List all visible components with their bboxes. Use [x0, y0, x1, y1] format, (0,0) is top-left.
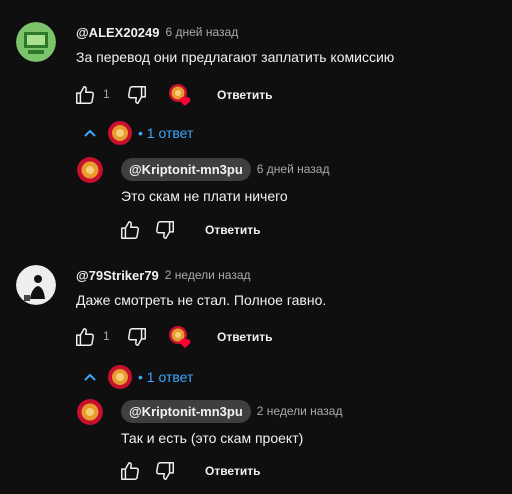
reply-button[interactable]: Ответить [205, 464, 260, 478]
like-count: 1 [103, 87, 110, 101]
like-icon[interactable] [74, 84, 96, 111]
reply-button[interactable]: Ответить [217, 330, 272, 344]
like-count: 1 [103, 329, 110, 343]
chevron-up-icon [82, 369, 98, 385]
creator-avatar-small [108, 121, 132, 145]
avatar[interactable] [16, 22, 56, 62]
avatar[interactable] [77, 157, 103, 183]
comment-time[interactable]: 2 недели назад [165, 268, 251, 282]
dislike-icon[interactable] [126, 84, 148, 111]
reply-button[interactable]: Ответить [205, 223, 260, 237]
like-icon[interactable] [119, 460, 141, 487]
creator-heart-icon [168, 325, 192, 354]
comment-time[interactable]: 6 дней назад [257, 162, 330, 176]
comment-time[interactable]: 2 недели назад [257, 404, 343, 418]
replies-toggle[interactable]: • 1 ответ [82, 365, 193, 389]
replies-toggle[interactable]: • 1 ответ [82, 121, 193, 145]
chevron-up-icon [82, 125, 98, 141]
comment-author[interactable]: @Kriptonit-mn3pu [121, 157, 251, 181]
dislike-icon[interactable] [154, 460, 176, 487]
like-icon[interactable] [119, 219, 141, 246]
comment-time[interactable]: 6 дней назад [166, 25, 239, 39]
like-icon[interactable] [74, 326, 96, 353]
avatar[interactable] [77, 399, 103, 425]
comment-author[interactable]: @Kriptonit-mn3pu [121, 399, 251, 423]
comment-text: Даже смотреть не стал. Полное гавно. [76, 292, 327, 308]
creator-heart-icon [168, 83, 192, 112]
reply-button[interactable]: Ответить [217, 88, 272, 102]
creator-avatar-small [108, 365, 132, 389]
comment-text: Это скам не плати ничего [121, 188, 288, 204]
dislike-icon[interactable] [154, 219, 176, 246]
replies-count: • 1 ответ [138, 369, 194, 385]
comment-author[interactable]: @ALEX20249 [76, 25, 160, 40]
comment-author[interactable]: @79Striker79 [76, 268, 159, 283]
avatar[interactable] [16, 265, 56, 305]
comment-text: За перевод они предлагают заплатить коми… [76, 49, 395, 65]
replies-count: • 1 ответ [138, 125, 194, 141]
dislike-icon[interactable] [126, 326, 148, 353]
comment-text: Так и есть (это скам проект) [121, 430, 304, 446]
